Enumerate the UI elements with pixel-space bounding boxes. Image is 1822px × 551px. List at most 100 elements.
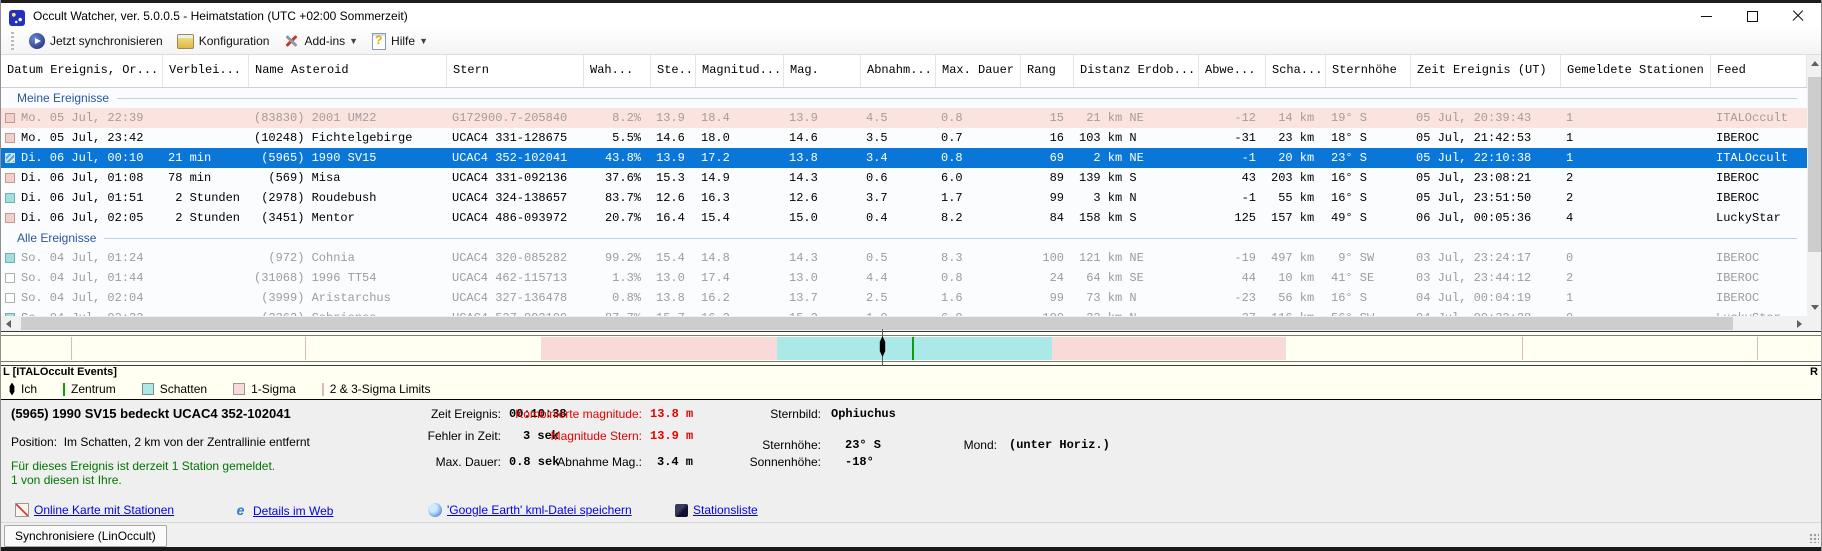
column-header[interactable]: Magnitud... <box>696 55 784 87</box>
event-cell: UCAC4 320-085282 <box>447 248 584 268</box>
horizontal-scrollbar[interactable] <box>1 316 1807 331</box>
event-row[interactable]: Di. 06 Jul, 01:0878 min (569) MisaUCAC4 … <box>1 168 1807 188</box>
event-row[interactable]: Di. 06 Jul, 01:51 2 Stunden (2978) Roude… <box>1 188 1807 208</box>
column-header[interactable]: Abwe... <box>1199 55 1266 87</box>
vertical-scroll-thumb[interactable] <box>1808 77 1822 252</box>
toolbar-grip[interactable] <box>11 32 14 50</box>
close-button[interactable] <box>1775 3 1821 29</box>
event-row[interactable]: So. 04 Jul, 01:44(31068) 1996 TT54UCAC4 … <box>1 268 1807 288</box>
app-icon <box>9 10 25 26</box>
row-checkbox[interactable] <box>5 133 15 143</box>
horizontal-scroll-thumb[interactable] <box>21 317 1733 330</box>
event-cell: 99 <box>1021 288 1074 308</box>
moon-label: Mond: <box>901 438 997 452</box>
online-map-label[interactable]: Online Karte mit Stationen <box>34 503 174 517</box>
scroll-up-icon[interactable] <box>1811 61 1819 66</box>
mag-drop-label: Abnahme Mag.: <box>462 455 642 469</box>
minimize-button[interactable] <box>1683 3 1729 29</box>
event-cell: 83.7% <box>584 188 651 208</box>
event-cell: 14.8 <box>696 248 784 268</box>
column-header[interactable]: Ste... <box>651 55 696 87</box>
row-checkbox[interactable] <box>5 193 15 203</box>
column-header[interactable]: Datum Ereignis, Or... <box>1 55 163 87</box>
event-cell: 1 <box>1561 108 1711 128</box>
column-header[interactable]: Gemeldete Stationen <box>1561 55 1711 87</box>
event-cell: 2 Stunden <box>163 188 249 208</box>
legend-item-sigma1: 1-Sigma <box>233 382 296 396</box>
event-cell: 125 <box>1199 208 1266 228</box>
event-row[interactable]: So. 04 Jul, 01:24 (972) CohniaUCAC4 320-… <box>1 248 1807 268</box>
sync-now-button[interactable]: Jetzt synchronisieren <box>22 30 170 52</box>
online-map-link[interactable]: Online Karte mit Stationen <box>15 503 174 517</box>
column-header[interactable]: Abnahm... <box>861 55 936 87</box>
column-header[interactable]: Name Asteroid <box>249 55 447 87</box>
column-header[interactable]: Max. Dauer <box>936 55 1021 87</box>
event-cell: UCAC4 462-115713 <box>447 268 584 288</box>
event-cell: 139 km S <box>1074 168 1199 188</box>
web-details-link[interactable]: e Details im Web <box>233 503 333 518</box>
scroll-down-icon[interactable] <box>1811 305 1819 310</box>
event-cell: 2.5 <box>861 288 936 308</box>
column-header[interactable]: Mag. <box>784 55 861 87</box>
event-cell: (10248) Fichtelgebirge <box>249 128 447 148</box>
column-header[interactable]: Sternhöhe <box>1326 55 1411 87</box>
row-checkbox[interactable] <box>5 213 15 223</box>
column-header[interactable]: Feed <box>1711 55 1807 87</box>
event-row[interactable]: Di. 06 Jul, 00:1021 min (5965) 1990 SV15… <box>1 148 1807 168</box>
row-checkbox[interactable] <box>5 253 15 263</box>
event-cell: 2 <box>1561 188 1711 208</box>
configuration-button[interactable]: Konfiguration <box>170 30 277 52</box>
stations-list-label[interactable]: Stationsliste <box>693 503 758 517</box>
event-cell: (31068) 1996 TT54 <box>249 268 447 288</box>
event-cell: 16.2 <box>696 308 784 316</box>
event-cell: 0.8% <box>584 288 651 308</box>
row-checkbox[interactable] <box>5 113 15 123</box>
group-header: Meine Ereignisse <box>1 88 1807 108</box>
event-cell <box>163 128 249 148</box>
google-earth-link[interactable]: 'Google Earth' kml-Datei speichern <box>428 503 632 517</box>
event-cell: Di. 06 Jul, 01:08 <box>1 168 163 188</box>
event-row[interactable]: Di. 06 Jul, 02:05 2 Stunden (3451) Mento… <box>1 208 1807 228</box>
resize-grip-icon[interactable] <box>1809 533 1819 543</box>
event-cell: -27 <box>1199 308 1266 316</box>
event-cell: 18.4 <box>696 108 784 128</box>
event-cell: 13.0 <box>651 268 696 288</box>
sigma-limit-line <box>71 337 72 360</box>
event-cell: 121 km NE <box>1074 248 1199 268</box>
event-cell: 158 km S <box>1074 208 1199 228</box>
column-header[interactable]: Scha... <box>1266 55 1326 87</box>
row-checkbox[interactable] <box>5 153 15 163</box>
event-cell: 157 km <box>1266 208 1326 228</box>
event-cell: Mo. 05 Jul, 23:42 <box>1 128 163 148</box>
occultation-band-chart <box>1 331 1822 366</box>
row-checkbox[interactable] <box>5 173 15 183</box>
event-cell: 1.7 <box>936 188 1021 208</box>
google-earth-label[interactable]: 'Google Earth' kml-Datei speichern <box>447 503 632 517</box>
column-header[interactable]: Rang <box>1021 55 1074 87</box>
scroll-left-icon[interactable] <box>6 320 11 328</box>
sigma-limit-line <box>305 337 306 360</box>
position-value: Im Schatten, 2 km von der Zentrallinie e… <box>64 435 310 449</box>
column-header[interactable]: Verblei... <box>163 55 249 87</box>
row-checkbox[interactable] <box>5 273 15 283</box>
column-header[interactable]: Stern <box>447 55 584 87</box>
web-details-label[interactable]: Details im Web <box>253 504 333 518</box>
addins-button[interactable]: Add-ins ▼ <box>276 30 365 52</box>
vertical-scrollbar[interactable] <box>1807 55 1822 316</box>
sigma1-swatch <box>233 383 245 395</box>
help-button[interactable]: Hilfe ▼ <box>365 30 435 52</box>
stations-list-link[interactable]: Stationsliste <box>675 503 758 517</box>
event-row[interactable]: Mo. 05 Jul, 22:39(83830) 2001 UM22G17290… <box>1 108 1807 128</box>
column-header[interactable]: Distanz Erdob... <box>1074 55 1199 87</box>
map-icon <box>15 503 29 517</box>
event-row[interactable]: So. 04 Jul, 02:04 (3999) AristarchusUCAC… <box>1 288 1807 308</box>
event-cell: -23 <box>1199 288 1266 308</box>
maximize-button[interactable] <box>1729 3 1775 29</box>
scroll-right-icon[interactable] <box>1797 320 1802 328</box>
column-header[interactable]: Wah... <box>584 55 651 87</box>
row-checkbox[interactable] <box>5 293 15 303</box>
event-cell: 32 km N <box>1074 308 1199 316</box>
column-header[interactable]: Zeit Ereignis (UT) <box>1411 55 1561 87</box>
event-row[interactable]: So. 04 Jul, 02:23 (2363) CebrionesUCAC4 … <box>1 308 1807 316</box>
event-row[interactable]: Mo. 05 Jul, 23:42(10248) FichtelgebirgeU… <box>1 128 1807 148</box>
